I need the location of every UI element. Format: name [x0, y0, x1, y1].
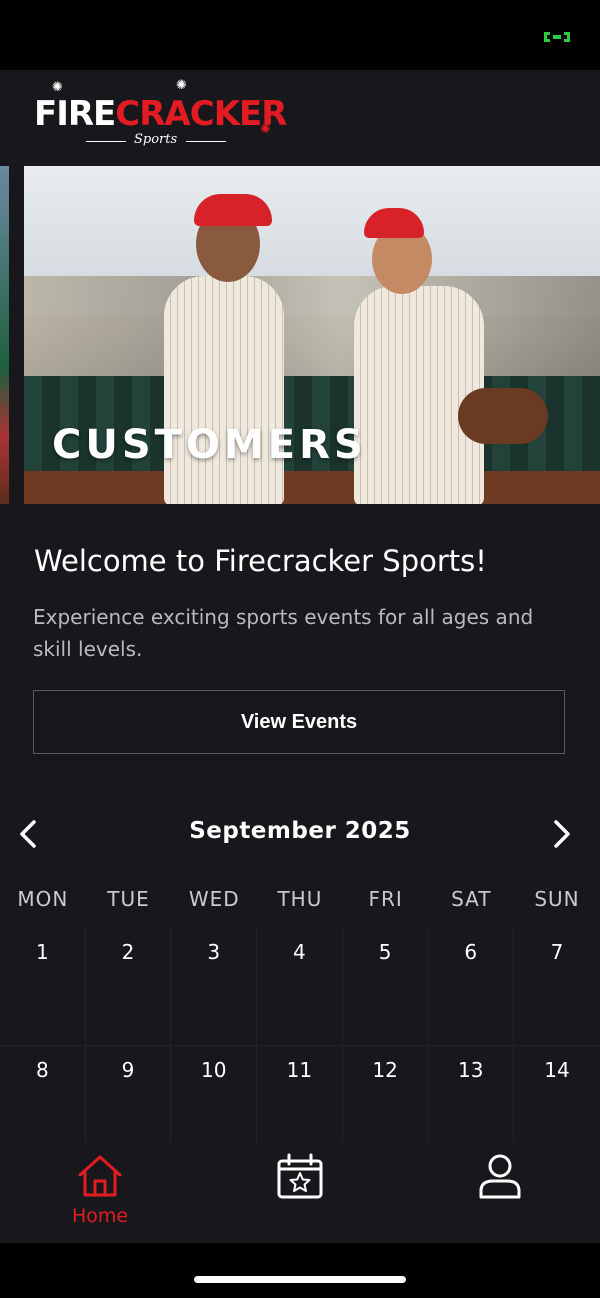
weekday-label: FRI — [368, 887, 403, 911]
welcome-description: Experience exciting sports events for al… — [33, 605, 534, 661]
calendar-day[interactable]: 7 — [514, 928, 600, 1046]
firecracker-logo[interactable]: ✺ ✺ ✺ FIRECRACKER Sports — [34, 78, 294, 156]
tab-events[interactable] — [240, 1151, 360, 1231]
calendar-grid: 1 2 3 4 5 6 7 8 9 10 11 12 13 14 — [0, 928, 600, 1164]
weekday-label: TUE — [107, 887, 150, 911]
logo-wordmark: FIRECRACKER — [34, 94, 287, 134]
tab-home[interactable]: Home — [40, 1151, 160, 1231]
weekday-label: SUN — [534, 887, 580, 911]
calendar-week: 1 2 3 4 5 6 7 — [0, 928, 600, 1046]
home-indicator-bar — [0, 1243, 600, 1298]
welcome-title: Welcome to Firecracker Sports! — [34, 544, 487, 578]
baseball-glove — [458, 388, 548, 444]
weekday-label: THU — [277, 887, 323, 911]
calendar-day[interactable]: 2 — [85, 928, 172, 1046]
player-figure — [164, 276, 284, 504]
firework-icon: ✺ — [176, 78, 187, 93]
logo-divider — [86, 141, 126, 142]
app-screen: ✺ ✺ ✺ FIRECRACKER Sports CUSTOMERS Welco… — [0, 70, 600, 1243]
weekday-label: SAT — [451, 887, 492, 911]
previous-slide-peek[interactable] — [0, 166, 9, 504]
logo-text-fire: FIRE — [34, 94, 116, 134]
firework-icon: ✺ — [52, 80, 63, 95]
calendar-day[interactable]: 6 — [428, 928, 515, 1046]
player-figure — [354, 286, 484, 504]
weekday-label: WED — [188, 887, 240, 911]
user-icon — [479, 1154, 521, 1199]
tab-profile[interactable] — [440, 1151, 560, 1231]
calendar-month-label: September 2025 — [189, 818, 411, 844]
calendar-day[interactable]: 5 — [342, 928, 429, 1046]
home-indicator[interactable] — [194, 1276, 406, 1283]
home-icon — [78, 1155, 122, 1197]
logo-text-cracker: CRACKER — [115, 94, 287, 134]
chevron-right-icon[interactable] — [546, 814, 576, 854]
hero-slide[interactable]: CUSTOMERS — [24, 166, 600, 504]
calendar-star-icon — [277, 1153, 323, 1199]
calendar-day[interactable]: 4 — [257, 928, 343, 1046]
weekday-label: MON — [17, 887, 69, 911]
calendar-header: September 2025 — [0, 810, 600, 860]
tab-home-label: Home — [71, 1205, 129, 1227]
logo-divider — [186, 141, 226, 142]
logo-subtitle: Sports — [134, 132, 178, 147]
calendar-day[interactable]: 1 — [0, 928, 86, 1046]
view-events-button[interactable]: View Events — [33, 690, 565, 754]
calendar-weekdays: MON TUE WED THU FRI SAT SUN — [0, 887, 600, 917]
battery-icon — [544, 32, 570, 42]
hero-carousel[interactable]: CUSTOMERS — [0, 166, 600, 504]
calendar-day[interactable]: 3 — [171, 928, 258, 1046]
header: ✺ ✺ ✺ FIRECRACKER Sports — [0, 70, 600, 166]
bottom-tab-bar: Home — [0, 1143, 600, 1243]
hero-title: CUSTOMERS — [52, 422, 367, 468]
status-bar — [0, 0, 600, 70]
